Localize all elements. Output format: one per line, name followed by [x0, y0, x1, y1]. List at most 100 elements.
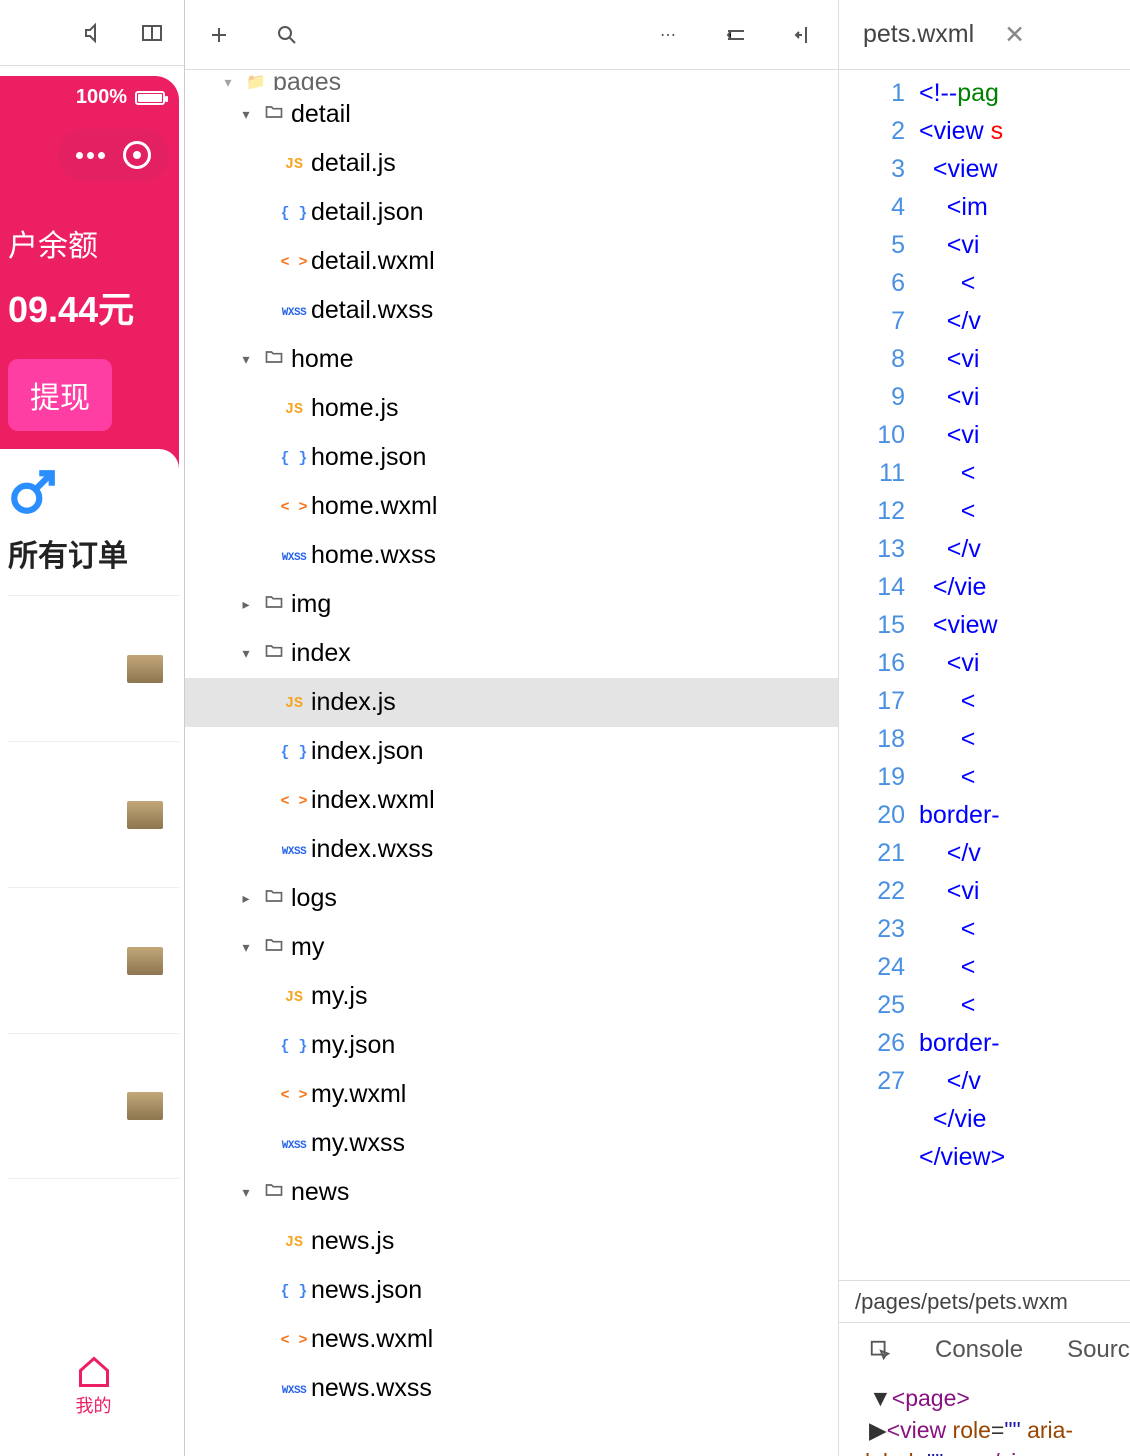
close-miniprogram-icon[interactable] [123, 141, 151, 169]
tree-file-home-js[interactable]: JShome.js [185, 384, 838, 433]
simulator-toolbar [0, 0, 184, 66]
tree-file-news-wxml[interactable]: < >news.wxml [185, 1315, 838, 1364]
tree-folder-img[interactable]: ▸img [185, 580, 838, 629]
tree-file-detail-wxml[interactable]: < >detail.wxml [185, 237, 838, 286]
more-icon[interactable]: ⋯ [654, 21, 682, 49]
order-thumb-icon [127, 801, 163, 829]
editor-tabbar: pets.wxml ✕ [839, 0, 1130, 70]
editor-pane: pets.wxml ✕ 1234567891011121314151617181… [839, 0, 1130, 1456]
explorer-pane: ⋯ ▾ 📁 pages ▾detailJSdetail.js{ }detail.… [185, 0, 839, 1456]
tab-label: pets.wxml [863, 20, 974, 49]
disclosure-icon[interactable]: ▾ [235, 645, 257, 662]
wxml-file-icon: < > [277, 792, 311, 810]
tree-folder-logs[interactable]: ▸ logs [185, 874, 838, 923]
folder-icon [257, 935, 291, 960]
tabbar-item-my[interactable]: 我的 [8, 1326, 179, 1446]
tree-folder-pages[interactable]: ▾ 📁 pages [185, 74, 838, 90]
folder-icon [257, 592, 291, 617]
tree-file-my-js[interactable]: JSmy.js [185, 972, 838, 1021]
order-row[interactable] [8, 595, 179, 741]
simulator-pane: 100% 户余额 09.44元 提现 所有订单 我的 [0, 0, 185, 1456]
disclosure-icon[interactable]: ▾ [235, 351, 257, 368]
disclosure-icon[interactable]: ▸ [235, 596, 257, 613]
wxml-file-icon: < > [277, 1086, 311, 1104]
editor-tab-pets-wxml[interactable]: pets.wxml ✕ [839, 0, 1049, 69]
tree-file-detail-json[interactable]: { }detail.json [185, 188, 838, 237]
inspect-icon[interactable] [869, 1336, 891, 1364]
folder-icon [257, 347, 291, 372]
search-icon[interactable] [273, 21, 301, 49]
tree-item-label: my [291, 933, 324, 962]
disclosure-icon[interactable]: ▾ [235, 106, 257, 123]
tabbar-label: 我的 [76, 1392, 112, 1418]
withdraw-button[interactable]: 提现 [8, 359, 112, 431]
disclosure-icon[interactable]: ▸ [235, 890, 257, 907]
wxml-file-icon: < > [277, 253, 311, 271]
tree-file-home-wxss[interactable]: WXSShome.wxss [185, 531, 838, 580]
order-row[interactable] [8, 887, 179, 1033]
tree-item-label: logs [291, 884, 337, 913]
tree-file-detail-js[interactable]: JSdetail.js [185, 139, 838, 188]
tree-file-home-wxml[interactable]: < >home.wxml [185, 482, 838, 531]
wxss-file-icon: WXSS [277, 1380, 311, 1398]
tree-item-label: home.wxss [311, 541, 436, 570]
tree-item-label: index.json [311, 737, 424, 766]
tree-file-index-json[interactable]: { }index.json [185, 727, 838, 776]
devtools-tab-console[interactable]: Console [935, 1336, 1023, 1364]
layout-icon[interactable] [138, 19, 166, 47]
code-editor[interactable]: 1234567891011121314151617181920212223242… [839, 70, 1130, 1280]
tree-file-index-wxml[interactable]: < >index.wxml [185, 776, 838, 825]
male-icon [8, 467, 58, 517]
capsule-menu[interactable] [58, 129, 169, 181]
tree-item-label: detail.json [311, 198, 424, 227]
devtools-tabbar: ConsoleSourcesSecurityNetworkAppDataAudi… [839, 1322, 1130, 1376]
json-file-icon: { } [277, 204, 311, 222]
tree-file-my-wxml[interactable]: < >my.wxml [185, 1070, 838, 1119]
collapse-panel-icon[interactable] [790, 21, 818, 49]
folder-icon [257, 1180, 291, 1205]
tree-folder-detail[interactable]: ▾detail [185, 90, 838, 139]
tree-item-label: news [291, 1178, 349, 1207]
tree-file-news-json[interactable]: { }news.json [185, 1266, 838, 1315]
tree-item-label: my.wxss [311, 1129, 405, 1158]
status-bar: 100% [0, 76, 179, 119]
mute-icon[interactable] [80, 19, 108, 47]
json-file-icon: { } [277, 743, 311, 761]
file-tree[interactable]: ▾ 📁 pages ▾detailJSdetail.js{ }detail.js… [185, 70, 838, 1456]
order-row[interactable] [8, 1033, 179, 1179]
tree-item-label: index.js [311, 688, 396, 717]
tree-file-home-json[interactable]: { }home.json [185, 433, 838, 482]
tree-file-index-wxss[interactable]: WXSSindex.wxss [185, 825, 838, 874]
order-thumb-icon [127, 947, 163, 975]
tree-file-detail-wxss[interactable]: WXSSdetail.wxss [185, 286, 838, 335]
device-frame: 100% 户余额 09.44元 提现 所有订单 我的 [0, 66, 184, 1456]
code-source[interactable]: <!--pag<view s <view <im <vi < </v <vi <… [919, 70, 1005, 1280]
tree-folder-my[interactable]: ▾ my [185, 923, 838, 972]
tree-folder-index[interactable]: ▾index [185, 629, 838, 678]
order-row[interactable] [8, 741, 179, 887]
tree-file-news-wxss[interactable]: WXSSnews.wxss [185, 1364, 838, 1413]
tree-file-news-js[interactable]: JSnews.js [185, 1217, 838, 1266]
tree-file-my-json[interactable]: { }my.json [185, 1021, 838, 1070]
settings-toggle-icon[interactable] [722, 21, 750, 49]
devtools-dom-tree[interactable]: ▼<page> ▶<view role="" aria-label="">…</… [839, 1376, 1130, 1456]
close-tab-icon[interactable]: ✕ [1004, 20, 1025, 50]
devtools-tab-sources[interactable]: Sources [1067, 1336, 1130, 1364]
tree-item-label: index.wxml [311, 786, 435, 815]
file-path-status: /pages/pets/pets.wxm [839, 1280, 1130, 1322]
tree-file-my-wxss[interactable]: WXSSmy.wxss [185, 1119, 838, 1168]
disclosure-icon[interactable]: ▾ [235, 1184, 257, 1201]
folder-icon [257, 641, 291, 666]
tree-file-index-js[interactable]: JSindex.js [185, 678, 838, 727]
new-file-icon[interactable] [205, 21, 233, 49]
order-thumb-icon [127, 655, 163, 683]
battery-percent: 100% [76, 86, 127, 109]
folder-icon [257, 102, 291, 127]
tree-folder-home[interactable]: ▾home [185, 335, 838, 384]
tree-folder-news[interactable]: ▾ news [185, 1168, 838, 1217]
more-icon[interactable] [76, 152, 105, 159]
disclosure-icon[interactable]: ▾ [235, 939, 257, 956]
js-file-icon: JS [277, 988, 311, 1006]
order-thumb-icon [127, 1092, 163, 1120]
tree-item-label: my.wxml [311, 1080, 406, 1109]
